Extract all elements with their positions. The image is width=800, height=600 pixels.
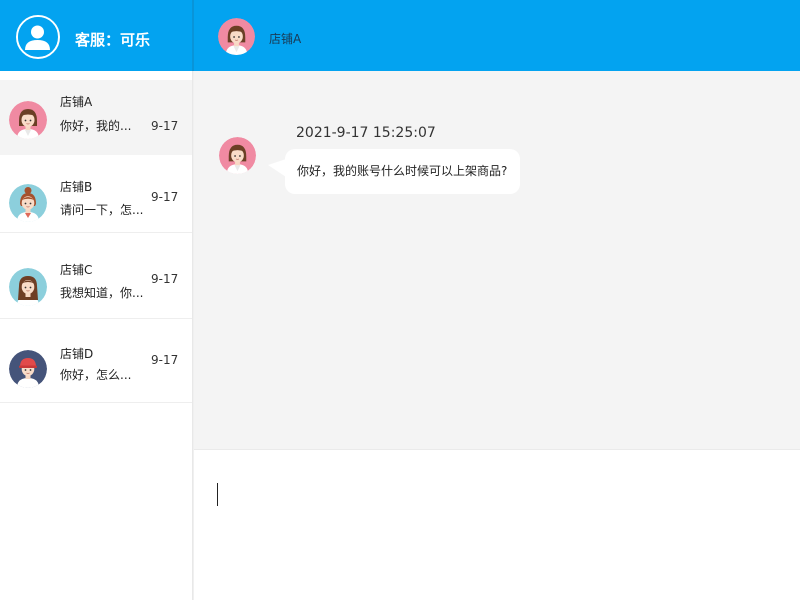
- message-input[interactable]: [216, 480, 776, 580]
- conversation-item-a[interactable]: 店铺A 你好，我的... 9-17: [0, 80, 192, 155]
- conversation-item-c[interactable]: 店铺C 我想知道，你... 9-17: [0, 233, 192, 319]
- avatar-girl-pink-icon: [218, 18, 255, 55]
- conversation-preview: 你好，怎么...: [60, 368, 132, 382]
- message-area: 2021-9-17 15:25:07 你好，我的账号什么时候可以上架商品?: [194, 71, 800, 449]
- avatar-girl-bun-icon: [9, 184, 47, 222]
- message-bubble: 你好，我的账号什么时候可以上架商品?: [285, 149, 521, 194]
- user-icon: [18, 17, 57, 56]
- conversation-name: 店铺B: [60, 180, 93, 194]
- conversation-sidebar: 客服：可乐 店铺A 你好，我的... 9-17 店铺B 请问一下，怎... 9-…: [0, 0, 192, 600]
- avatar-girl-pink-icon: [9, 101, 47, 139]
- message-bubble-tail: [268, 159, 286, 177]
- conversation-date: 9-17: [151, 353, 179, 367]
- chat-title: 店铺A: [269, 32, 302, 46]
- text-caret: [217, 483, 218, 506]
- conversation-name: 店铺D: [60, 347, 94, 361]
- conversation-item-d[interactable]: 店铺D 你好，怎么... 9-17: [0, 319, 192, 403]
- sidebar-header: 客服：可乐: [0, 0, 192, 71]
- conversation-preview: 你好，我的...: [60, 119, 132, 133]
- conversation-name: 店铺C: [60, 263, 93, 277]
- agent-label: 客服：可乐: [75, 31, 151, 49]
- conversation-date: 9-17: [151, 272, 179, 286]
- conversation-name: 店铺A: [60, 95, 93, 109]
- conversation-preview: 请问一下，怎...: [60, 203, 144, 217]
- conversation-preview: 我想知道，你...: [60, 286, 144, 300]
- message-timestamp: 2021-9-17 15:25:07: [296, 125, 436, 141]
- message-composer: [194, 449, 800, 600]
- avatar-girl-long-hair-icon: [9, 268, 47, 306]
- avatar-boy-cap-icon: [9, 350, 47, 388]
- conversation-item-b[interactable]: 店铺B 请问一下，怎... 9-17: [0, 155, 192, 233]
- agent-avatar[interactable]: [16, 15, 60, 59]
- conversation-date: 9-17: [151, 190, 179, 204]
- avatar-girl-pink-icon: [219, 137, 256, 174]
- conversation-date: 9-17: [151, 119, 179, 133]
- chat-header: 店铺A: [194, 0, 800, 71]
